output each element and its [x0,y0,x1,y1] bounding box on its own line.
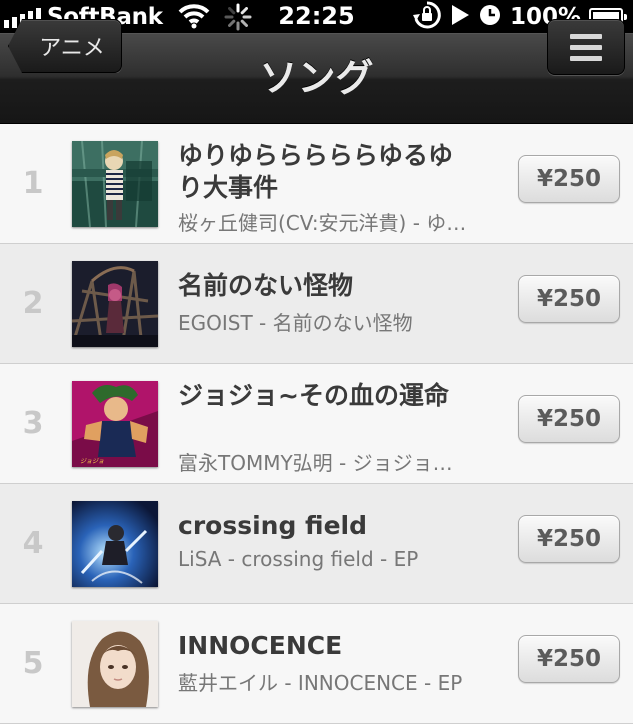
buy-price-button[interactable]: ¥250 [518,635,620,683]
song-rank: 4 [22,526,44,561]
svg-text:ジョジョ: ジョジョ [80,458,104,465]
page-title: ソング [259,56,374,100]
song-title: ゆりゆらららららゆるゆり大事件 [178,141,454,202]
song-title: crossing field [178,511,368,540]
buy-price-button[interactable]: ¥250 [518,515,620,563]
song-title: INNOCENCE [178,631,343,660]
buy-price-button[interactable]: ¥250 [518,395,620,443]
menu-button[interactable] [547,19,625,75]
song-artist-album: LiSA - crossing field - EP [178,547,419,571]
song-artist-album: 藍井エイル - INNOCENCE - EP [178,671,463,695]
song-row[interactable]: 3 ジョジョ ジョジョ~その血の運命 富永TOMMY弘明 - ジョジョ~その血の… [0,364,633,484]
album-artwork [72,261,158,347]
song-rank: 5 [22,646,44,681]
song-row[interactable]: 1 ゆりゆらららららゆるゆり大事件 桜ヶ丘健司(CV:安元洋貴) - ゆりゆらら… [0,124,633,244]
song-artist-album: 桜ヶ丘健司(CV:安元洋貴) - ゆりゆらららららゆるゆり大事件 [178,211,468,235]
song-rank: 1 [22,166,44,201]
song-title: ジョジョ~その血の運命 [178,381,449,410]
song-rank: 2 [22,286,44,321]
play-icon [450,4,470,30]
list-menu-icon [570,33,602,61]
song-artist-album: EGOIST - 名前のない怪物 [178,311,413,335]
song-rank: 3 [22,406,44,441]
album-artwork [72,621,158,707]
alarm-clock-icon [478,3,502,31]
song-row[interactable]: 2 名前のない怪物 EGOIST - 名前のない怪物 ¥250 [0,244,633,364]
album-artwork: ジョジョ [72,381,158,467]
buy-price-button[interactable]: ¥250 [518,275,620,323]
song-list: 1 ゆりゆらららららゆるゆり大事件 桜ヶ丘健司(CV:安元洋貴) - ゆりゆらら… [0,124,633,724]
buy-price-button[interactable]: ¥250 [518,155,620,203]
song-title: 名前のない怪物 [178,271,354,300]
song-artist-album: 富永TOMMY弘明 - ジョジョ~その血の運命 [178,451,468,475]
orientation-lock-icon [412,0,442,34]
song-row[interactable]: 4 crossing field LiSA - crossing field -… [0,484,633,604]
album-artwork [72,141,158,227]
album-artwork [72,501,158,587]
song-row[interactable]: 5 INNOCENCE 藍井エイル - INNOCENCE - EP ¥250 [0,604,633,724]
